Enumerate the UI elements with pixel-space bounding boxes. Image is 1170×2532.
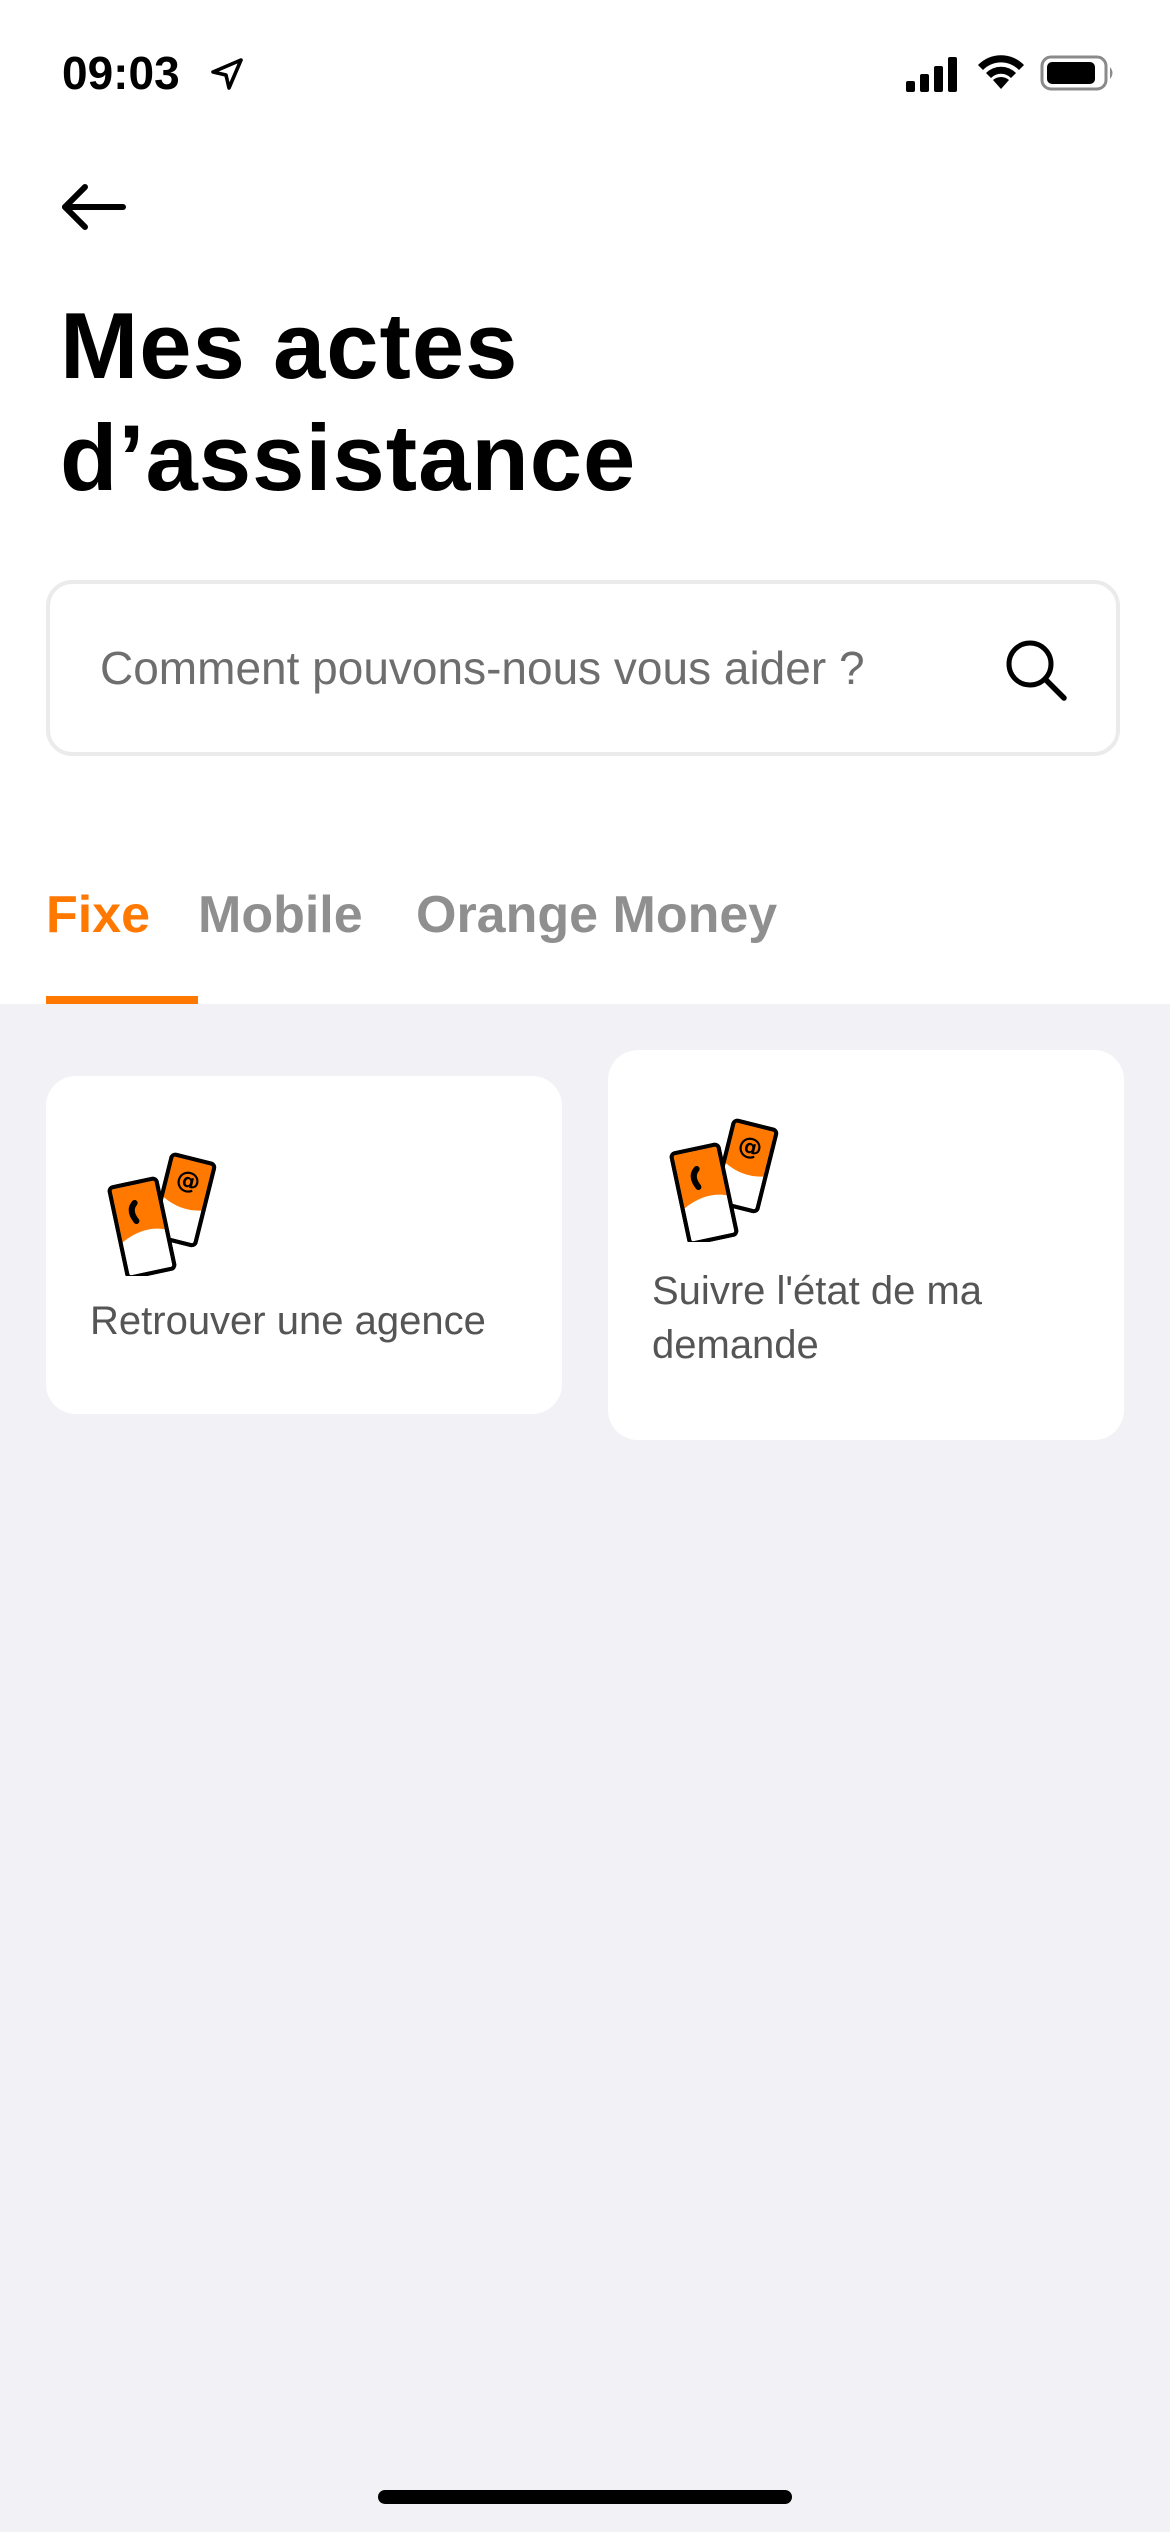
card-label: Suivre l'état de ma demande: [652, 1269, 983, 1367]
search-box[interactable]: [46, 580, 1120, 756]
status-time: 09:03: [62, 47, 180, 99]
tab-mobile[interactable]: Mobile: [198, 860, 363, 1004]
status-bar: 09:03: [0, 0, 1170, 140]
cellular-signal-icon: [906, 57, 957, 92]
top-area: 09:03 Mes actes d’assistance Comment pou…: [0, 0, 1170, 1004]
back-button[interactable]: [52, 172, 132, 242]
home-indicator[interactable]: [378, 2490, 792, 2504]
card-label: Retrouver une agence: [90, 1299, 486, 1343]
arrow-left-icon: [62, 184, 126, 230]
location-arrow-icon: [211, 58, 243, 90]
page-title: Mes actes d’assistance: [60, 293, 637, 510]
active-tab-indicator: [46, 996, 198, 1004]
phone-email-cards-icon: @: [669, 1118, 779, 1242]
search-input[interactable]: [100, 584, 980, 752]
card-track-request[interactable]: @ Suivre l'état de ma demande: [608, 1050, 1124, 1440]
tab-orange-money[interactable]: Orange Money: [416, 860, 777, 1004]
tab-bar: Fixe Mobile Orange Money: [0, 860, 1170, 1004]
phone-email-cards-icon: @: [107, 1152, 217, 1276]
wifi-icon: [978, 55, 1024, 89]
battery-icon: [1040, 55, 1113, 91]
card-find-agency[interactable]: @ Retrouver une agence: [46, 1076, 562, 1414]
tab-fixe[interactable]: Fixe: [46, 860, 150, 1004]
search-icon[interactable]: [1000, 634, 1072, 706]
